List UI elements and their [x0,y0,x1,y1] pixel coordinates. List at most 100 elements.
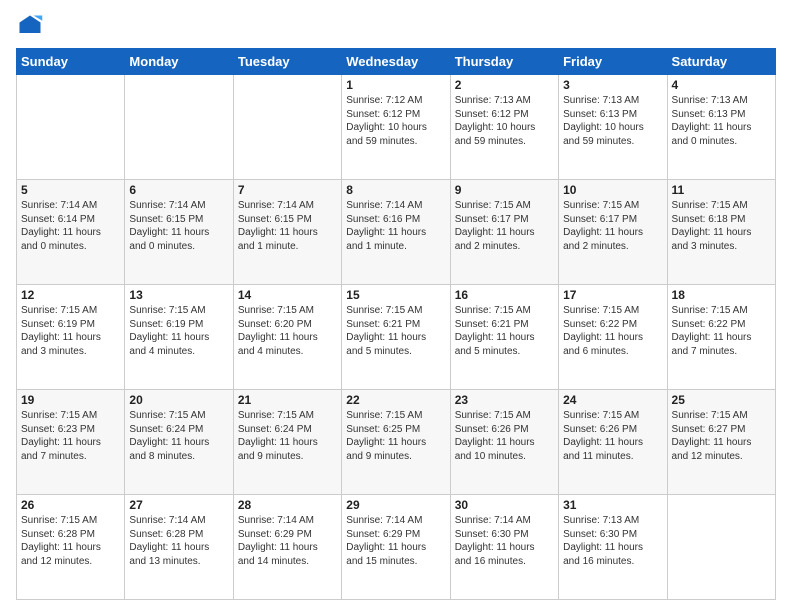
weekday-saturday: Saturday [667,49,775,75]
calendar-cell [125,75,233,180]
day-number: 31 [563,498,662,512]
cell-content: Sunrise: 7:14 AM Sunset: 6:29 PM Dayligh… [346,514,445,568]
day-number: 27 [129,498,228,512]
day-number: 30 [455,498,554,512]
calendar-cell: 14 Sunrise: 7:15 AM Sunset: 6:20 PM Dayli… [233,285,341,390]
day-number: 9 [455,183,554,197]
week-row-2: 5Sunrise: 7:14 AM Sunset: 6:14 PM Daylig… [17,180,776,285]
cell-content: Sunrise: 7:15 AM Sunset: 6:26 PM Dayligh… [455,409,554,463]
calendar-cell: 7 Sunrise: 7:14 AM Sunset: 6:15 PM Daylig… [233,180,341,285]
day-number: 7 [238,183,337,197]
cell-content: Sunrise: 7:15 AM Sunset: 6:20 PM Dayligh… [238,304,337,358]
day-number: 13 [129,288,228,302]
day-number: 1 [346,78,445,92]
day-number: 17 [563,288,662,302]
day-number: 29 [346,498,445,512]
cell-content: Sunrise: 7:13 AM Sunset: 6:13 PM Dayligh… [672,94,771,148]
calendar-cell: 27 Sunrise: 7:14 AM Sunset: 6:28 PM Dayli… [125,495,233,600]
calendar-cell: 4 Sunrise: 7:13 AM Sunset: 6:13 PM Daylig… [667,75,775,180]
cell-content: Sunrise: 7:15 AM Sunset: 6:28 PM Dayligh… [21,514,120,568]
calendar-cell: 10 Sunrise: 7:15 AM Sunset: 6:17 PM Dayli… [559,180,667,285]
calendar-cell: 18 Sunrise: 7:15 AM Sunset: 6:22 PM Dayli… [667,285,775,390]
day-number: 2 [455,78,554,92]
cell-content: Sunrise: 7:15 AM Sunset: 6:27 PM Dayligh… [672,409,771,463]
day-number: 20 [129,393,228,407]
calendar-cell: 21 Sunrise: 7:15 AM Sunset: 6:24 PM Dayli… [233,390,341,495]
calendar-cell: 1 Sunrise: 7:12 AM Sunset: 6:12 PM Daylig… [342,75,450,180]
calendar-cell: 30 Sunrise: 7:14 AM Sunset: 6:30 PM Dayli… [450,495,558,600]
day-number: 4 [672,78,771,92]
cell-content: Sunrise: 7:14 AM Sunset: 6:15 PM Dayligh… [129,199,228,253]
calendar-cell: 16 Sunrise: 7:15 AM Sunset: 6:21 PM Dayli… [450,285,558,390]
calendar-cell: 12Sunrise: 7:15 AM Sunset: 6:19 PM Dayli… [17,285,125,390]
cell-content: Sunrise: 7:15 AM Sunset: 6:17 PM Dayligh… [563,199,662,253]
day-number: 3 [563,78,662,92]
cell-content: Sunrise: 7:14 AM Sunset: 6:29 PM Dayligh… [238,514,337,568]
calendar-cell: 28 Sunrise: 7:14 AM Sunset: 6:29 PM Dayli… [233,495,341,600]
week-row-4: 19Sunrise: 7:15 AM Sunset: 6:23 PM Dayli… [17,390,776,495]
calendar-cell: 23 Sunrise: 7:15 AM Sunset: 6:26 PM Dayli… [450,390,558,495]
weekday-friday: Friday [559,49,667,75]
calendar-cell: 5Sunrise: 7:14 AM Sunset: 6:14 PM Daylig… [17,180,125,285]
calendar-cell [667,495,775,600]
cell-content: Sunrise: 7:14 AM Sunset: 6:28 PM Dayligh… [129,514,228,568]
day-number: 6 [129,183,228,197]
cell-content: Sunrise: 7:15 AM Sunset: 6:26 PM Dayligh… [563,409,662,463]
cell-content: Sunrise: 7:15 AM Sunset: 6:21 PM Dayligh… [346,304,445,358]
calendar-table: SundayMondayTuesdayWednesdayThursdayFrid… [16,48,776,600]
day-number: 16 [455,288,554,302]
calendar-cell [17,75,125,180]
calendar-cell: 31 Sunrise: 7:13 AM Sunset: 6:30 PM Dayli… [559,495,667,600]
day-number: 8 [346,183,445,197]
day-number: 10 [563,183,662,197]
calendar-cell: 17 Sunrise: 7:15 AM Sunset: 6:22 PM Dayli… [559,285,667,390]
cell-content: Sunrise: 7:15 AM Sunset: 6:24 PM Dayligh… [129,409,228,463]
day-number: 24 [563,393,662,407]
cell-content: Sunrise: 7:15 AM Sunset: 6:17 PM Dayligh… [455,199,554,253]
day-number: 21 [238,393,337,407]
cell-content: Sunrise: 7:15 AM Sunset: 6:22 PM Dayligh… [672,304,771,358]
cell-content: Sunrise: 7:14 AM Sunset: 6:15 PM Dayligh… [238,199,337,253]
cell-content: Sunrise: 7:13 AM Sunset: 6:13 PM Dayligh… [563,94,662,148]
cell-content: Sunrise: 7:13 AM Sunset: 6:12 PM Dayligh… [455,94,554,148]
logo [16,12,48,40]
calendar-cell: 25Sunrise: 7:15 AM Sunset: 6:27 PM Dayli… [667,390,775,495]
weekday-header-row: SundayMondayTuesdayWednesdayThursdayFrid… [17,49,776,75]
cell-content: Sunrise: 7:12 AM Sunset: 6:12 PM Dayligh… [346,94,445,148]
day-number: 23 [455,393,554,407]
calendar-cell: 2 Sunrise: 7:13 AM Sunset: 6:12 PM Daylig… [450,75,558,180]
day-number: 26 [21,498,120,512]
weekday-tuesday: Tuesday [233,49,341,75]
calendar-cell: 20 Sunrise: 7:15 AM Sunset: 6:24 PM Dayli… [125,390,233,495]
weekday-monday: Monday [125,49,233,75]
weekday-thursday: Thursday [450,49,558,75]
day-number: 14 [238,288,337,302]
cell-content: Sunrise: 7:15 AM Sunset: 6:19 PM Dayligh… [129,304,228,358]
weekday-sunday: Sunday [17,49,125,75]
cell-content: Sunrise: 7:13 AM Sunset: 6:30 PM Dayligh… [563,514,662,568]
day-number: 19 [21,393,120,407]
day-number: 5 [21,183,120,197]
calendar-cell: 13 Sunrise: 7:15 AM Sunset: 6:19 PM Dayli… [125,285,233,390]
cell-content: Sunrise: 7:14 AM Sunset: 6:30 PM Dayligh… [455,514,554,568]
cell-content: Sunrise: 7:14 AM Sunset: 6:16 PM Dayligh… [346,199,445,253]
day-number: 18 [672,288,771,302]
cell-content: Sunrise: 7:15 AM Sunset: 6:22 PM Dayligh… [563,304,662,358]
cell-content: Sunrise: 7:15 AM Sunset: 6:25 PM Dayligh… [346,409,445,463]
page: SundayMondayTuesdayWednesdayThursdayFrid… [0,0,792,612]
calendar-cell: 11 Sunrise: 7:15 AM Sunset: 6:18 PM Dayli… [667,180,775,285]
week-row-3: 12 Sunrise: 7:15 AM Sunset: 6:19 PM Dayli… [17,285,776,390]
cell-content: Sunrise: 7:15 AM Sunset: 6:21 PM Dayligh… [455,304,554,358]
day-number: 28 [238,498,337,512]
calendar-cell: 3 Sunrise: 7:13 AM Sunset: 6:13 PM Daylig… [559,75,667,180]
weekday-wednesday: Wednesday [342,49,450,75]
cell-content: Sunrise: 7:15 AM Sunset: 6:24 PM Dayligh… [238,409,337,463]
calendar-cell: 29 Sunrise: 7:14 AM Sunset: 6:29 PM Dayli… [342,495,450,600]
cell-content: Sunrise: 7:15 AM Sunset: 6:18 PM Dayligh… [672,199,771,253]
day-number: 12 [21,288,120,302]
week-row-1: 1 Sunrise: 7:12 AM Sunset: 6:12 PM Daylig… [17,75,776,180]
logo-icon [16,12,44,40]
day-number: 22 [346,393,445,407]
day-number: 11 [672,183,771,197]
calendar-cell: 24 Sunrise: 7:15 AM Sunset: 6:26 PM Dayli… [559,390,667,495]
